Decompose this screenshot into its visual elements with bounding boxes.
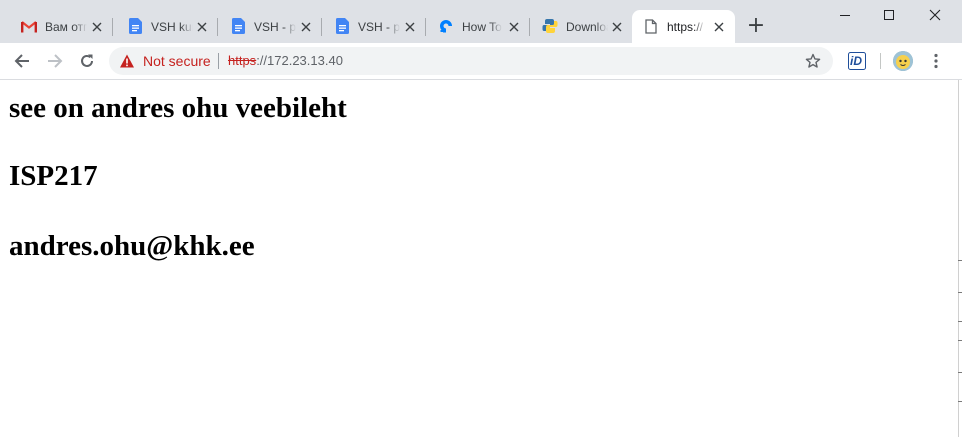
reload-icon bbox=[81, 54, 93, 67]
tab-vsh-praktika-1[interactable]: VSH - praktika bbox=[209, 10, 322, 43]
page-heading-class: ISP217 bbox=[9, 160, 98, 192]
tab-title: VSH - praktika bbox=[254, 20, 296, 34]
warning-icon[interactable] bbox=[119, 53, 135, 69]
tab-vsh-praktika-2[interactable]: VSH - praktika bbox=[313, 10, 426, 43]
web-page-content: see on andres ohu veebileht ISP217 andre… bbox=[0, 80, 958, 437]
close-tab-icon[interactable] bbox=[506, 19, 522, 35]
url-scheme: https bbox=[228, 53, 257, 68]
tab-gmail[interactable]: Вам отправлено сообщение bbox=[0, 10, 113, 43]
address-bar[interactable]: Not secure https://172.23.13.40 bbox=[109, 47, 833, 75]
close-tab-icon[interactable] bbox=[711, 19, 727, 35]
gmail-icon bbox=[21, 18, 37, 34]
tab-title: Вам отправлено сообщение bbox=[45, 20, 87, 34]
edge-mark bbox=[958, 321, 962, 322]
close-tab-icon[interactable] bbox=[402, 19, 418, 35]
forward-button[interactable] bbox=[44, 50, 66, 72]
page-heading-email: andres.ohu@khk.ee bbox=[9, 230, 255, 262]
id-extension-button[interactable]: iD bbox=[848, 52, 866, 70]
chrome-menu-button[interactable] bbox=[928, 52, 944, 70]
close-tab-icon[interactable] bbox=[298, 19, 314, 35]
maximize-button[interactable] bbox=[866, 0, 912, 30]
avatar-icon bbox=[893, 51, 913, 71]
edge-mark bbox=[958, 340, 962, 341]
omnibox-divider bbox=[218, 53, 219, 69]
plus-icon: + bbox=[746, 13, 766, 38]
bookmark-star-icon[interactable] bbox=[805, 53, 821, 69]
tab-title: https:// bbox=[667, 20, 704, 34]
forward-arrow-icon bbox=[48, 54, 63, 68]
back-arrow-icon bbox=[14, 54, 29, 68]
edge-mark bbox=[958, 260, 962, 261]
tab-strip: Вам отправлено сообщение VSH kursus bbox=[0, 0, 962, 43]
tab-active-https[interactable]: https:// bbox=[632, 10, 735, 43]
tab-title: VSH - praktika bbox=[358, 20, 400, 34]
edge-mark bbox=[958, 292, 962, 293]
maximize-icon bbox=[884, 10, 894, 20]
close-icon bbox=[929, 9, 941, 21]
minimize-icon bbox=[840, 15, 850, 16]
security-status[interactable]: Not secure bbox=[143, 53, 211, 69]
toolbar-divider bbox=[880, 53, 881, 69]
tab-title: VSH kursus bbox=[151, 20, 193, 34]
tab-how-to[interactable]: How To bbox=[417, 10, 530, 43]
close-window-button[interactable] bbox=[912, 0, 958, 30]
close-tab-icon[interactable] bbox=[609, 19, 625, 35]
more-vert-icon bbox=[934, 53, 938, 69]
window-edge bbox=[958, 80, 962, 437]
close-tab-icon[interactable] bbox=[194, 19, 210, 35]
tab-download[interactable]: Download bbox=[521, 10, 633, 43]
id-extension-label: iD bbox=[850, 54, 862, 68]
google-docs-icon bbox=[230, 18, 246, 34]
page-heading-title: see on andres ohu veebileht bbox=[9, 92, 347, 124]
tab-title: Download bbox=[566, 20, 608, 34]
minimize-button[interactable] bbox=[822, 0, 868, 30]
python-icon bbox=[542, 18, 558, 34]
url-host: ://172.23.13.40 bbox=[256, 53, 343, 68]
digitalocean-icon bbox=[438, 18, 454, 34]
google-docs-icon bbox=[127, 18, 143, 34]
page-icon bbox=[643, 18, 659, 34]
close-tab-icon[interactable] bbox=[89, 19, 105, 35]
edge-mark bbox=[958, 401, 962, 402]
tab-title: How To bbox=[462, 20, 502, 34]
reload-button[interactable] bbox=[76, 50, 98, 72]
edge-mark bbox=[958, 372, 962, 373]
google-docs-icon bbox=[334, 18, 350, 34]
browser-toolbar: Not secure https://172.23.13.40 iD bbox=[0, 43, 962, 80]
back-button[interactable] bbox=[11, 50, 33, 72]
url-text[interactable]: https://172.23.13.40 bbox=[228, 53, 343, 69]
profile-avatar[interactable] bbox=[893, 51, 913, 71]
tab-vsh-kursus[interactable]: VSH kursus bbox=[106, 10, 218, 43]
new-tab-button[interactable]: + bbox=[746, 13, 766, 38]
